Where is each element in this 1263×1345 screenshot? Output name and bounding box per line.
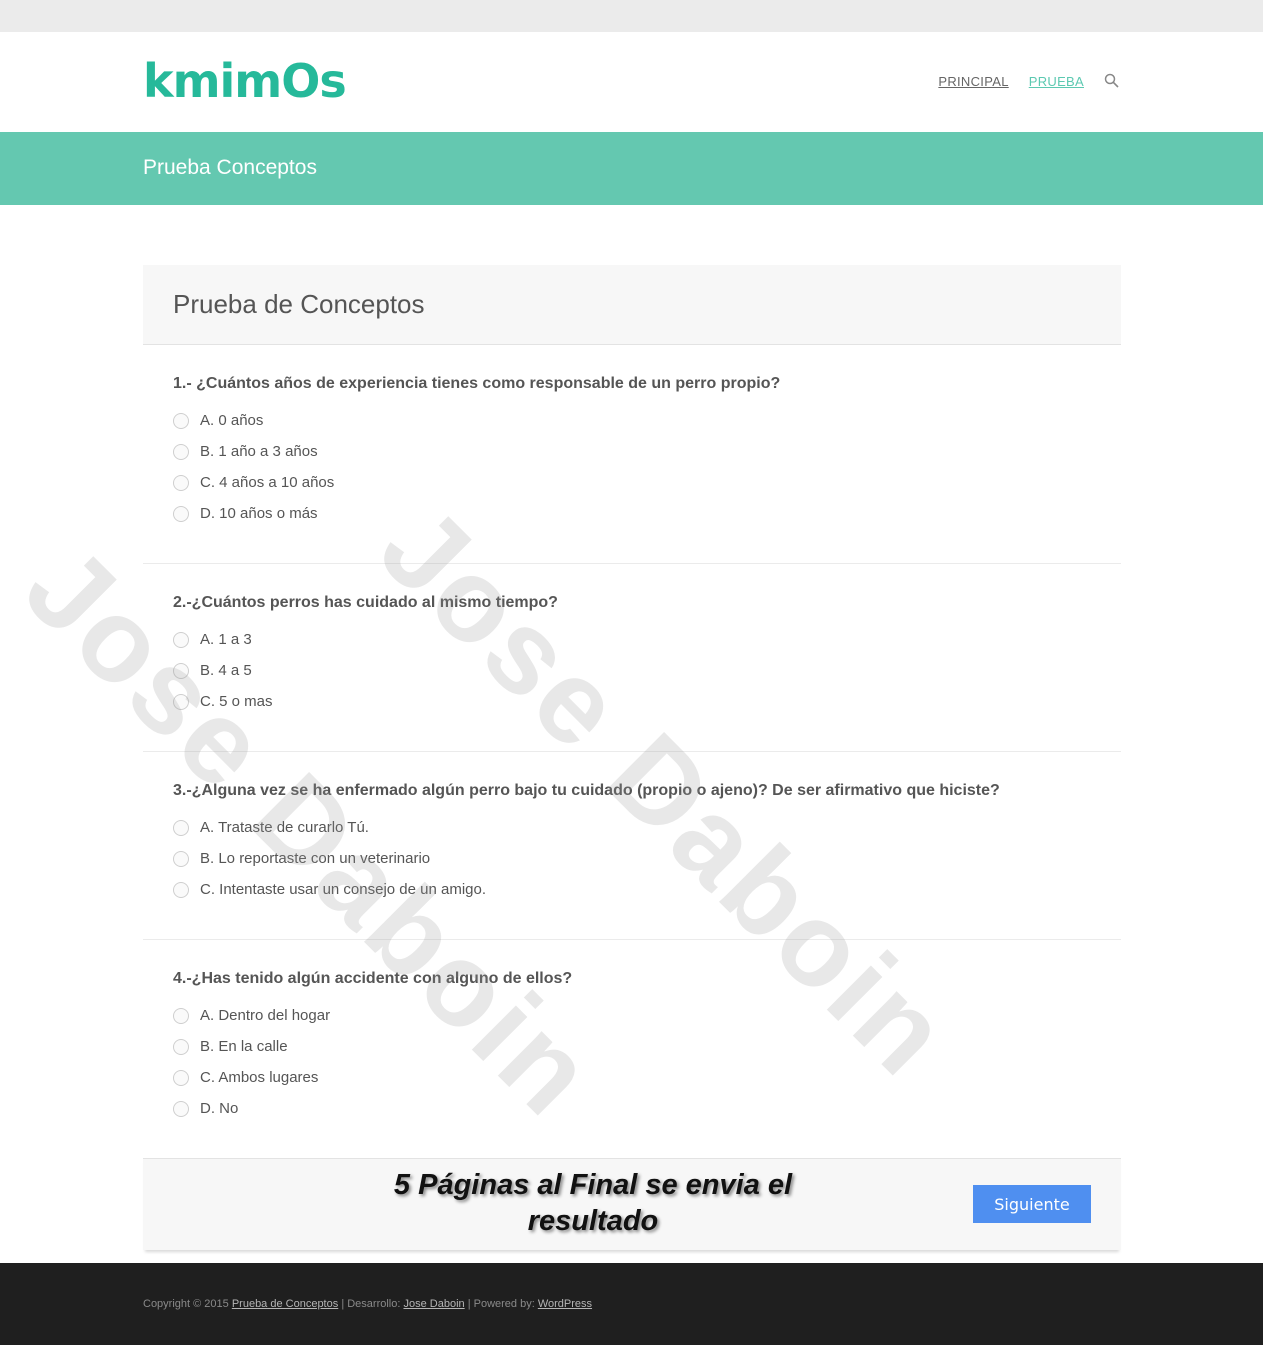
questions-list: 1.- ¿Cuántos años de experiencia tienes … [143,345,1121,1159]
search-icon[interactable] [1104,73,1120,89]
answer-option[interactable]: A. 0 años [173,405,1091,436]
option-label: B. 4 a 5 [200,662,252,679]
site-link[interactable]: Prueba de Conceptos [232,1298,338,1310]
question-text: 4.-¿Has tenido algún accidente con algun… [173,970,573,987]
site-header: kmimOs PRINCIPAL PRUEBA [0,32,1263,132]
radio-button[interactable] [173,474,189,491]
nav-principal[interactable]: PRINCIPAL [938,74,1008,89]
top-strip [0,0,1263,32]
question-text: 3.-¿Alguna vez se ha enfermado algún per… [173,782,1000,799]
question-block: 2.-¿Cuántos perros has cuidado al mismo … [143,564,1121,752]
radio-button[interactable] [173,850,189,867]
answer-option[interactable]: A. Dentro del hogar [173,1000,1091,1031]
answer-option[interactable]: B. 1 año a 3 años [173,436,1091,467]
radio-button[interactable] [173,412,189,429]
question-block: 3.-¿Alguna vez se ha enfermado algún per… [143,752,1121,940]
logo-text: kmimOs [143,54,347,108]
page-banner: Prueba Conceptos [0,132,1263,205]
option-label: C. Intentaste usar un consejo de un amig… [200,881,487,898]
main-nav: PRINCIPAL PRUEBA [938,73,1120,89]
kmimos-logo[interactable]: kmimOs [143,54,347,108]
answer-option[interactable]: B. Lo reportaste con un veterinario [173,843,1091,874]
answer-option[interactable]: C. Ambos lugares [173,1062,1091,1093]
answer-option[interactable]: C. 4 años a 10 años [173,467,1091,498]
option-label: B. 1 año a 3 años [200,443,318,460]
radio-button[interactable] [173,693,189,710]
wordpress-link[interactable]: WordPress [538,1298,592,1310]
option-label: D. 10 años o más [200,505,318,522]
radio-button[interactable] [173,1100,189,1117]
option-label: C. Ambos lugares [200,1069,319,1086]
radio-button[interactable] [173,1069,189,1086]
answer-option[interactable]: C. Intentaste usar un consejo de un amig… [173,874,1091,905]
developer-link[interactable]: Jose Daboin [403,1298,464,1310]
footer-text: Copyright © 2015 Prueba de Conceptos | D… [143,1298,592,1310]
card-title: Prueba de Conceptos [173,289,425,319]
radio-button[interactable] [173,819,189,836]
nav-prueba[interactable]: PRUEBA [1029,74,1084,89]
answer-option[interactable]: A. Trataste de curarlo Tú. [173,812,1091,843]
answer-option[interactable]: D. No [173,1093,1091,1124]
powered-label: | Powered by: [467,1298,535,1310]
option-label: A. 0 años [200,412,264,429]
answer-option[interactable]: B. 4 a 5 [173,655,1091,686]
option-label: A. Dentro del hogar [200,1007,331,1024]
radio-button[interactable] [173,881,189,898]
radio-button[interactable] [173,631,189,648]
radio-button[interactable] [173,505,189,522]
copyright-text: Copyright © 2015 [143,1298,229,1310]
radio-button[interactable] [173,443,189,460]
question-block: 1.- ¿Cuántos años de experiencia tienes … [143,345,1121,564]
card-header: Prueba de Conceptos [143,265,1121,345]
option-label: D. No [200,1100,239,1117]
radio-button[interactable] [173,1007,189,1024]
quiz-card: Prueba de Conceptos 1.- ¿Cuántos años de… [143,265,1121,1159]
answer-option[interactable]: D. 10 años o más [173,498,1091,529]
question-text: 1.- ¿Cuántos años de experiencia tienes … [173,375,781,392]
answer-option[interactable]: A. 1 a 3 [173,624,1091,655]
radio-button[interactable] [173,1038,189,1055]
next-button[interactable]: Siguiente [973,1185,1091,1223]
answer-option[interactable]: C. 5 o mas [173,686,1091,717]
question-block: 4.-¿Has tenido algún accidente con algun… [143,940,1121,1159]
card-footer: 5 Páginas al Final se envia el resultado… [143,1158,1121,1250]
option-label: C. 4 años a 10 años [200,474,335,491]
option-label: A. 1 a 3 [200,631,252,648]
banner-title: Prueba Conceptos [143,156,317,179]
answer-option[interactable]: B. En la calle [173,1031,1091,1062]
pages-note: 5 Páginas al Final se envia el resultado [393,1169,793,1237]
question-text: 2.-¿Cuántos perros has cuidado al mismo … [173,594,558,611]
option-label: B. En la calle [200,1038,288,1055]
option-label: B. Lo reportaste con un veterinario [200,850,431,867]
radio-button[interactable] [173,662,189,679]
site-footer: Copyright © 2015 Prueba de Conceptos | D… [0,1263,1263,1345]
option-label: C. 5 o mas [200,693,273,710]
dev-label: | Desarrollo: [341,1298,401,1310]
option-label: A. Trataste de curarlo Tú. [200,819,369,836]
